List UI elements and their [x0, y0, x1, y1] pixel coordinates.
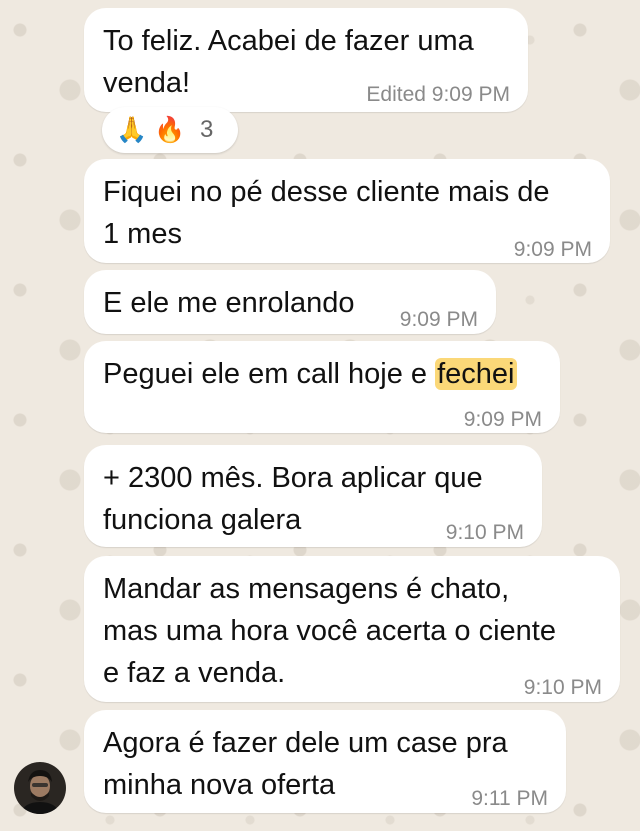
message-bubble[interactable]: Mandar as mensagens é chato, mas uma hor… — [84, 556, 620, 702]
avatar-icon[interactable] — [14, 762, 66, 814]
message-time: 9:10 PM — [445, 521, 524, 544]
message-time: 9:09 PM — [431, 83, 510, 106]
message-text: Mandar as mensagens é chato, mas uma hor… — [103, 573, 556, 689]
message-text: Agora é fazer dele um case pra minha nov… — [103, 727, 508, 801]
message-time: 9:11 PM — [471, 787, 548, 810]
message-time: 9:09 PM — [399, 308, 478, 331]
message-time: 9:09 PM — [463, 408, 542, 431]
message-bubble[interactable]: Fiquei no pé desse cliente mais de 1 mes… — [84, 159, 610, 263]
highlighted-word: fechei — [435, 358, 517, 390]
message-meta: Edited 9:09 PM — [366, 74, 510, 116]
message-text: + 2300 mês. Bora aplicar que funciona ga… — [103, 462, 483, 536]
folded-hands-emoji: 🙏 — [116, 116, 148, 144]
message-bubble[interactable]: + 2300 mês. Bora aplicar que funciona ga… — [84, 445, 542, 547]
message-time: 9:09 PM — [513, 238, 592, 261]
message-bubble[interactable]: Agora é fazer dele um case pra minha nov… — [84, 710, 566, 813]
message-text: Peguei ele em call hoje e fechei — [103, 358, 517, 390]
fire-emoji: 🔥 — [154, 116, 186, 144]
message-text: E ele me enrolando — [103, 287, 355, 319]
message-time: 9:10 PM — [523, 676, 602, 699]
message-bubble[interactable]: Peguei ele em call hoje e fechei 9:09 PM — [84, 341, 560, 433]
edited-label: Edited — [366, 83, 426, 106]
message-bubble[interactable]: E ele me enrolando 9:09 PM — [84, 270, 496, 334]
message-text: Fiquei no pé desse cliente mais de 1 mes — [103, 176, 550, 250]
reaction-count: 3 — [200, 116, 214, 143]
message-bubble[interactable]: To feliz. Acabei de fazer uma venda! Edi… — [84, 8, 528, 112]
message-reactions[interactable]: 🙏 🔥 3 — [102, 107, 238, 153]
